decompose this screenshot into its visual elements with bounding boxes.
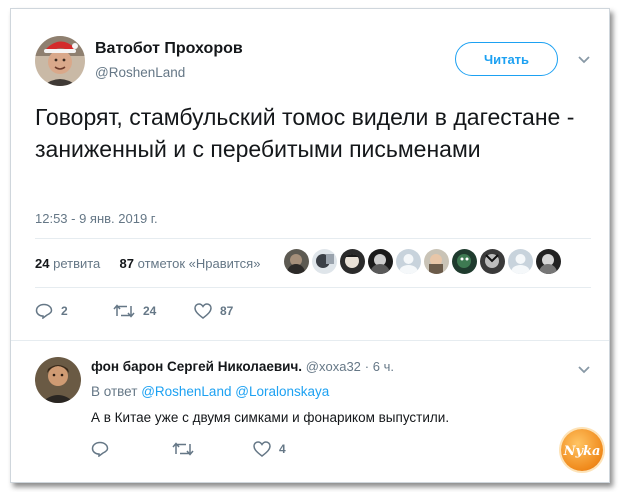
separator: ·	[364, 359, 370, 374]
author-name[interactable]: Ватобот Прохоров	[95, 40, 243, 58]
watermark-logo: Nyka	[561, 429, 603, 471]
in-reply-prefix: В ответ	[91, 384, 138, 399]
reply-icon	[91, 441, 109, 457]
liker-avatar[interactable]	[452, 249, 477, 274]
liker-avatar[interactable]	[536, 249, 561, 274]
reply-author-name[interactable]: фон барон Сергей Николаевич.	[91, 359, 302, 374]
heart-icon	[194, 303, 212, 319]
liker-avatar[interactable]	[508, 249, 533, 274]
retweet-icon	[172, 442, 194, 456]
divider	[35, 287, 591, 288]
retweet-stat[interactable]: 24 ретвита	[35, 256, 100, 271]
reply-time[interactable]: 6 ч.	[373, 359, 394, 374]
mention-link[interactable]: @Loralonskaya	[235, 384, 329, 399]
chevron-down-icon[interactable]	[577, 53, 591, 68]
liker-avatar[interactable]	[284, 249, 309, 274]
follow-button[interactable]: Читать	[455, 42, 558, 76]
in-reply-to: В ответ @RoshenLand @Loralonskaya	[91, 384, 329, 399]
liker-avatar[interactable]	[312, 249, 337, 274]
retweet-icon	[113, 304, 135, 318]
like-action[interactable]: 87	[194, 303, 233, 319]
reply-text: А в Китае уже с двумя симками и фонарико…	[91, 410, 450, 425]
engagement-stats: 24 ретвита 87 отметок «Нравится»	[35, 256, 260, 271]
reply-action[interactable]: 2	[35, 303, 68, 319]
tweet-timestamp[interactable]: 12:53 - 9 янв. 2019 г.	[35, 211, 158, 226]
chevron-down-icon[interactable]	[577, 363, 591, 378]
liker-avatar[interactable]	[424, 249, 449, 274]
divider	[35, 238, 591, 239]
author-handle[interactable]: @RoshenLand	[95, 65, 185, 80]
reply-icon	[35, 303, 53, 319]
reply-author-handle[interactable]: @xoxa32	[306, 359, 361, 374]
like-action[interactable]: 4	[253, 441, 286, 457]
svg-text:Nyka: Nyka	[563, 444, 601, 459]
tweet-card: Ватобот Прохоров @RoshenLand Читать Гово…	[10, 8, 610, 483]
heart-icon	[253, 441, 271, 457]
tweet-text: Говорят, стамбульский томос видели в даг…	[35, 104, 575, 162]
like-stat[interactable]: 87 отметок «Нравится»	[120, 256, 261, 271]
mention-link[interactable]: @RoshenLand	[141, 384, 231, 399]
reply-author-avatar[interactable]	[35, 357, 81, 403]
liker-avatar[interactable]	[396, 249, 421, 274]
retweet-action[interactable]	[172, 441, 202, 457]
liker-avatar[interactable]	[480, 249, 505, 274]
author-avatar[interactable]	[35, 36, 85, 86]
divider	[11, 340, 609, 341]
reply-header: фон барон Сергей Николаевич. @xoxa32 · 6…	[91, 359, 394, 374]
liker-avatar[interactable]	[340, 249, 365, 274]
retweet-action[interactable]: 24	[113, 303, 156, 319]
reply-action[interactable]	[91, 441, 117, 457]
liker-avatar[interactable]	[368, 249, 393, 274]
